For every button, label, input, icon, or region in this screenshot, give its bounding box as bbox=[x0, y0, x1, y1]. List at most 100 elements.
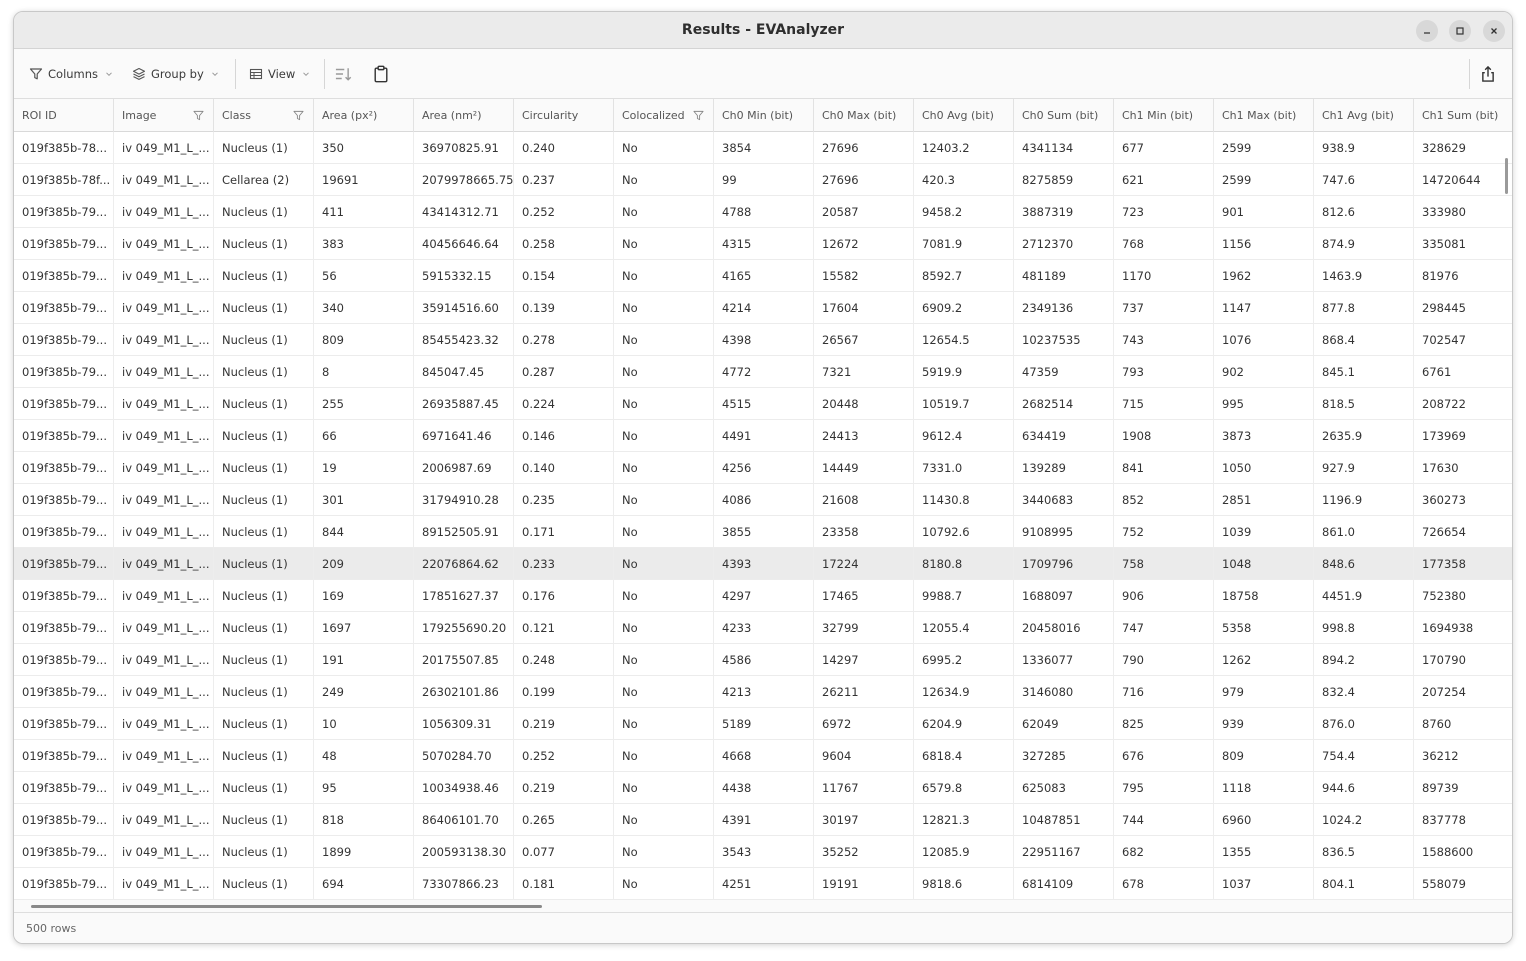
table-cell: 0.278 bbox=[514, 324, 614, 356]
table-row[interactable]: 019f385b-79... iv 049_M1_L_... Nucleus (1)… bbox=[14, 388, 1512, 420]
table-cell: 874.9 bbox=[1314, 228, 1414, 260]
column-header[interactable]: Area (px²) bbox=[314, 99, 414, 132]
table-row[interactable]: 019f385b-79... iv 049_M1_L_... Nucleus (1)… bbox=[14, 260, 1512, 292]
export-button[interactable] bbox=[1475, 62, 1501, 86]
table-cell: 169 bbox=[314, 580, 414, 612]
column-filter-icon[interactable] bbox=[293, 110, 304, 121]
table-cell: 0.139 bbox=[514, 292, 614, 324]
column-filter-icon[interactable] bbox=[693, 110, 704, 121]
table-row[interactable]: 019f385b-78... iv 049_M1_L_... Nucleus (1)… bbox=[14, 132, 1512, 164]
table-cell: 35914516.60 bbox=[414, 292, 514, 324]
column-header[interactable]: Ch0 Max (bit) bbox=[814, 99, 914, 132]
table-cell: iv 049_M1_L_... bbox=[114, 292, 214, 324]
table-row[interactable]: 019f385b-79... iv 049_M1_L_... Nucleus (1)… bbox=[14, 644, 1512, 676]
table-cell: 9612.4 bbox=[914, 420, 1014, 452]
table-row[interactable]: 019f385b-79... iv 049_M1_L_... Nucleus (1)… bbox=[14, 740, 1512, 772]
table-cell: 1697 bbox=[314, 612, 414, 644]
table-cell: 15582 bbox=[814, 260, 914, 292]
table-row[interactable]: 019f385b-79... iv 049_M1_L_... Nucleus (1)… bbox=[14, 772, 1512, 804]
column-header[interactable]: Circularity bbox=[514, 99, 614, 132]
column-header[interactable]: Image bbox=[114, 99, 214, 132]
table-cell: 1170 bbox=[1114, 260, 1214, 292]
table-cell: iv 049_M1_L_... bbox=[114, 612, 214, 644]
column-header[interactable]: Colocalized bbox=[614, 99, 714, 132]
table-cell: 14449 bbox=[814, 452, 914, 484]
vertical-scrollbar[interactable] bbox=[1505, 158, 1508, 194]
table-cell: 1039 bbox=[1214, 516, 1314, 548]
table-cell: 4214 bbox=[714, 292, 814, 324]
table-cell: 8760 bbox=[1414, 708, 1512, 740]
horizontal-scrollbar[interactable] bbox=[31, 905, 542, 908]
table-cell: 249 bbox=[314, 676, 414, 708]
column-filter-icon[interactable] bbox=[193, 110, 204, 121]
table-cell: 019f385b-79... bbox=[14, 484, 114, 516]
column-header[interactable]: Ch0 Min (bit) bbox=[714, 99, 814, 132]
title-bar[interactable]: Results - EVAnalyzer bbox=[14, 12, 1512, 49]
table-cell: 11430.8 bbox=[914, 484, 1014, 516]
column-header[interactable]: Ch1 Avg (bit) bbox=[1314, 99, 1414, 132]
table-cell: 1037 bbox=[1214, 868, 1314, 900]
group-by-button[interactable]: Group by bbox=[128, 62, 223, 86]
sort-button[interactable] bbox=[330, 62, 356, 86]
table-cell: 17851627.37 bbox=[414, 580, 514, 612]
table-cell: 716 bbox=[1114, 676, 1214, 708]
column-header[interactable]: Class bbox=[214, 99, 314, 132]
table-row[interactable]: 019f385b-79... iv 049_M1_L_... Nucleus (1)… bbox=[14, 580, 1512, 612]
table-cell: 81976 bbox=[1414, 260, 1512, 292]
maximize-button[interactable] bbox=[1449, 20, 1471, 42]
table-cell: Nucleus (1) bbox=[214, 228, 314, 260]
table-cell: Nucleus (1) bbox=[214, 484, 314, 516]
table-cell: Nucleus (1) bbox=[214, 196, 314, 228]
table-row[interactable]: 019f385b-79... iv 049_M1_L_... Nucleus (1)… bbox=[14, 356, 1512, 388]
table-row[interactable]: 019f385b-79... iv 049_M1_L_... Nucleus (1)… bbox=[14, 676, 1512, 708]
table-cell: 0.237 bbox=[514, 164, 614, 196]
table-row[interactable]: 019f385b-79... iv 049_M1_L_... Nucleus (1)… bbox=[14, 196, 1512, 228]
table-cell: 62049 bbox=[1014, 708, 1114, 740]
table-row[interactable]: 019f385b-79... iv 049_M1_L_... Nucleus (1)… bbox=[14, 804, 1512, 836]
table-row[interactable]: 019f385b-79... iv 049_M1_L_... Nucleus (1)… bbox=[14, 420, 1512, 452]
column-header[interactable]: Ch1 Sum (bit) bbox=[1414, 99, 1512, 132]
table-cell: 95 bbox=[314, 772, 414, 804]
view-button[interactable]: View bbox=[245, 62, 314, 86]
table-cell: 200593138.30 bbox=[414, 836, 514, 868]
table-cell: 36970825.91 bbox=[414, 132, 514, 164]
table-row[interactable]: 019f385b-79... iv 049_M1_L_... Nucleus (1)… bbox=[14, 452, 1512, 484]
table-cell: 019f385b-78f... bbox=[14, 164, 114, 196]
column-header[interactable]: Ch0 Sum (bit) bbox=[1014, 99, 1114, 132]
copy-to-clipboard-button[interactable] bbox=[368, 62, 394, 86]
table-row[interactable]: 019f385b-79... iv 049_M1_L_... Nucleus (1)… bbox=[14, 324, 1512, 356]
table-cell: 790 bbox=[1114, 644, 1214, 676]
minimize-button[interactable] bbox=[1416, 20, 1438, 42]
table-cell: 6579.8 bbox=[914, 772, 1014, 804]
row-count: 500 rows bbox=[26, 922, 77, 935]
table-row[interactable]: 019f385b-79... iv 049_M1_L_... Nucleus (1)… bbox=[14, 612, 1512, 644]
table-cell: 901 bbox=[1214, 196, 1314, 228]
column-header[interactable]: ROI ID bbox=[14, 99, 114, 132]
table-row[interactable]: 019f385b-79... iv 049_M1_L_... Nucleus (1)… bbox=[14, 708, 1512, 740]
close-button[interactable] bbox=[1483, 20, 1505, 42]
table-cell: 350 bbox=[314, 132, 414, 164]
table-row[interactable]: 019f385b-79... iv 049_M1_L_... Nucleus (1)… bbox=[14, 836, 1512, 868]
column-header[interactable]: Ch1 Max (bit) bbox=[1214, 99, 1314, 132]
table-row[interactable]: 019f385b-79... iv 049_M1_L_... Nucleus (1)… bbox=[14, 868, 1512, 900]
column-header-label: Ch1 Sum (bit) bbox=[1422, 109, 1499, 122]
results-table[interactable]: ROI ID Image Class Area (px²) Area (nm²) Circ… bbox=[14, 99, 1512, 911]
table-cell: 5919.9 bbox=[914, 356, 1014, 388]
table-row[interactable]: 019f385b-78f... iv 049_M1_L_... Cellarea (… bbox=[14, 164, 1512, 196]
table-row[interactable]: 019f385b-79... iv 049_M1_L_... Nucleus (1)… bbox=[14, 292, 1512, 324]
column-header[interactable]: Ch0 Avg (bit) bbox=[914, 99, 1014, 132]
table-cell: iv 049_M1_L_... bbox=[114, 196, 214, 228]
column-header[interactable]: Area (nm²) bbox=[414, 99, 514, 132]
table-row[interactable]: 019f385b-79... iv 049_M1_L_... Nucleus (1)… bbox=[14, 548, 1512, 580]
table-cell: 2349136 bbox=[1014, 292, 1114, 324]
table-row[interactable]: 019f385b-79... iv 049_M1_L_... Nucleus (1)… bbox=[14, 228, 1512, 260]
group-by-label: Group by bbox=[151, 67, 204, 81]
table-cell: 621 bbox=[1114, 164, 1214, 196]
table-cell: 812.6 bbox=[1314, 196, 1414, 228]
columns-button[interactable]: Columns bbox=[25, 62, 117, 86]
table-row[interactable]: 019f385b-79... iv 049_M1_L_... Nucleus (1)… bbox=[14, 484, 1512, 516]
column-header[interactable]: Ch1 Min (bit) bbox=[1114, 99, 1214, 132]
table-cell: 793 bbox=[1114, 356, 1214, 388]
table-cell: 0.233 bbox=[514, 548, 614, 580]
table-row[interactable]: 019f385b-79... iv 049_M1_L_... Nucleus (1)… bbox=[14, 516, 1512, 548]
